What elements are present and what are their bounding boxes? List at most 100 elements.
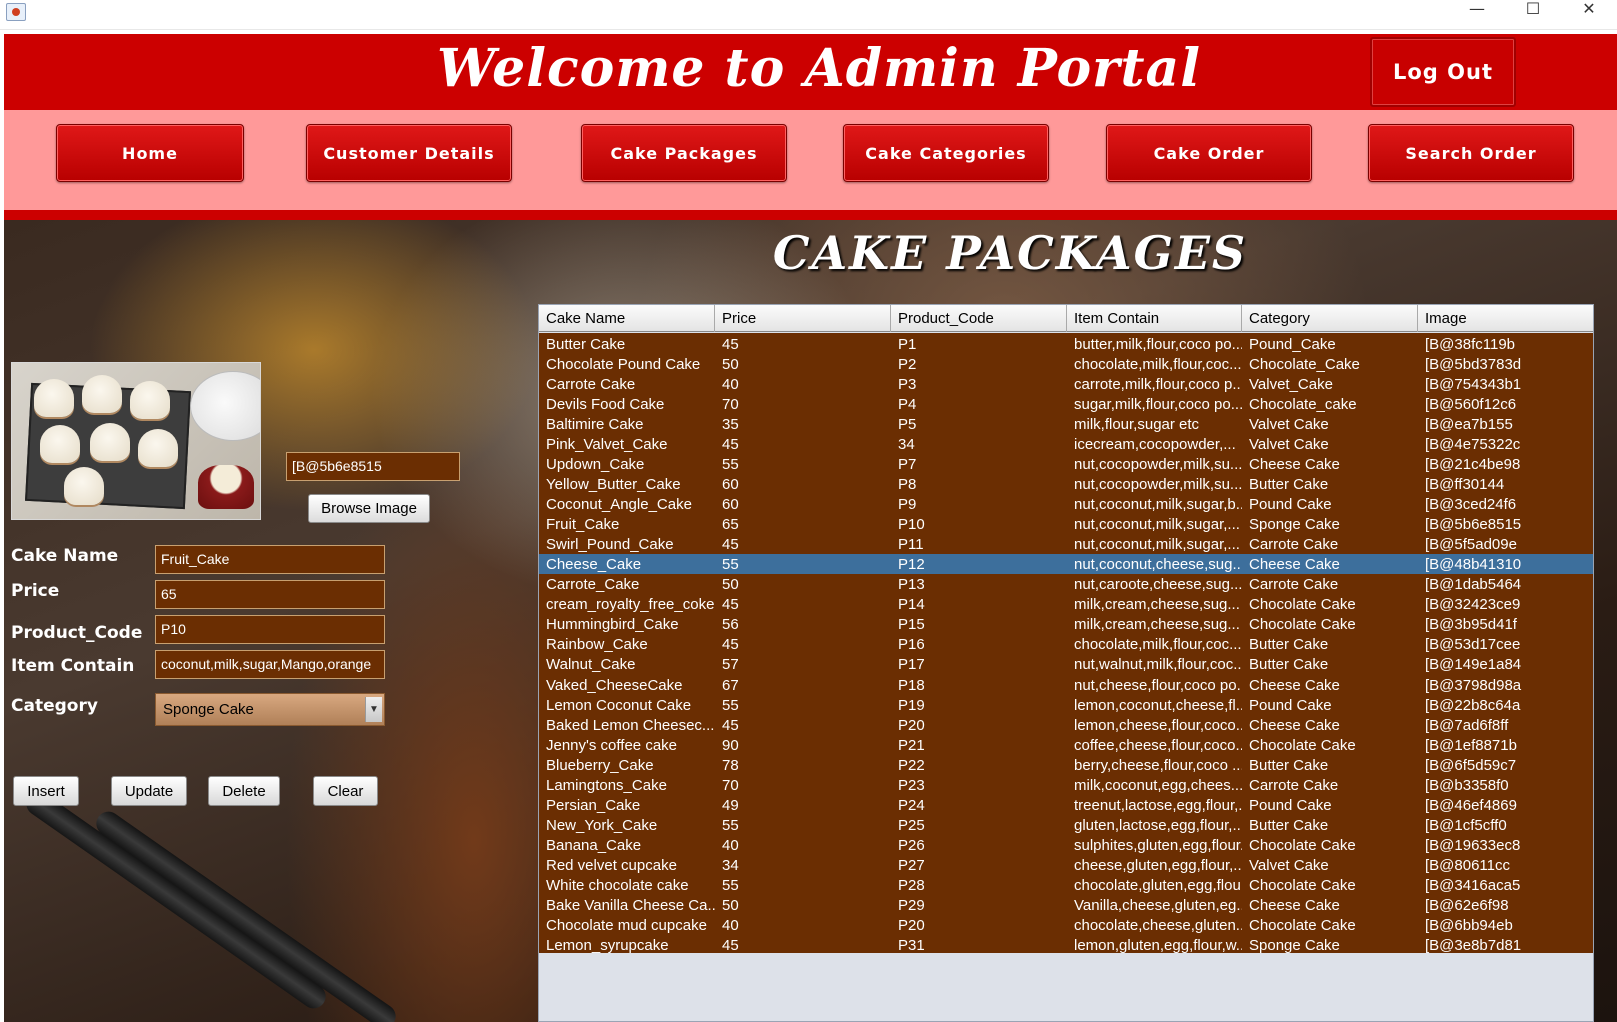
close-button[interactable]: ✕ — [1566, 0, 1612, 28]
logout-button[interactable]: Log Out — [1370, 37, 1516, 107]
table-row[interactable]: Vaked_CheeseCake 67 P18 nut,cheese,flour,co… — [539, 675, 1593, 695]
nav-cake-packages-button[interactable]: Cake Packages — [581, 124, 787, 182]
table-row[interactable]: Walnut_Cake 57 P17 nut,walnut,milk,flour,co… — [539, 654, 1593, 674]
table-cell: Cheese Cake — [1249, 716, 1340, 734]
update-button[interactable]: Update — [111, 776, 187, 806]
nav-cake-categories-button[interactable]: Cake Categories — [843, 124, 1049, 182]
cake-name-field[interactable]: Fruit_Cake — [155, 545, 385, 574]
table-row[interactable]: Bake Vanilla Cheese Ca... 50 P29 Vanilla,ch… — [539, 895, 1593, 915]
table-row[interactable]: Butter Cake 45 P1 butter,milk,flour,coco po… — [539, 334, 1593, 354]
table-cell: lemon,cheese,flour,coco... — [1074, 716, 1242, 734]
column-header[interactable]: Product_Code — [891, 305, 1067, 332]
table-cell: P8 — [898, 476, 917, 494]
column-header[interactable]: Cake Name — [539, 305, 715, 332]
column-header[interactable]: Item Contain — [1067, 305, 1242, 332]
table-cell: P11 — [898, 536, 924, 554]
chevron-down-icon[interactable]: ▼ — [365, 697, 382, 722]
java-app-icon — [6, 3, 26, 21]
table-cell: Sponge Cake — [1249, 516, 1340, 534]
table-cell: Hummingbird_Cake — [546, 616, 679, 634]
table-cell: Pound Cake — [1249, 496, 1332, 514]
price-field[interactable]: 65 — [155, 580, 385, 609]
table-row[interactable]: New_York_Cake 55 P25 gluten,lactose,egg,flo… — [539, 815, 1593, 835]
table-cell: Carrote Cake — [1249, 576, 1339, 594]
table-cell: Bake Vanilla Cheese Ca... — [546, 896, 715, 914]
table-row[interactable]: Baked Lemon Cheesec... 45 P20 lemon,cheese,… — [539, 715, 1593, 735]
table-cell: [B@53d17cee — [1425, 636, 1521, 654]
header-banner: Welcome to Admin Portal Log Out — [4, 34, 1617, 110]
nav-search-order-button[interactable]: Search Order — [1368, 124, 1574, 182]
table-cell: Banana_Cake — [546, 836, 642, 854]
category-label: Category — [11, 696, 98, 716]
table-row[interactable]: Lemon_syrupcake 45 P31 lemon,gluten,egg,flo… — [539, 935, 1593, 955]
table-cell: nut,cocopowder,milk,su... — [1074, 456, 1242, 474]
nav-customer-details-button[interactable]: Customer Details — [306, 124, 512, 182]
table-row[interactable]: Banana_Cake 40 P26 sulphites,gluten,egg,flo… — [539, 835, 1593, 855]
table-cell: P12 — [898, 556, 925, 574]
table-row[interactable]: Lamingtons_Cake 70 P23 milk,coconut,egg,che… — [539, 775, 1593, 795]
category-dropdown[interactable]: Sponge Cake ▼ — [155, 693, 385, 726]
table-cell: P2 — [898, 356, 917, 374]
table-cell: [B@1dab5464 — [1425, 576, 1522, 594]
table-cell: [B@1ef8871b — [1425, 736, 1517, 754]
cream-bowl — [190, 371, 260, 441]
browse-image-button[interactable]: Browse Image — [308, 494, 430, 523]
table-row[interactable]: Chocolate Pound Cake 50 P2 chocolate,milk,f… — [539, 354, 1593, 374]
table-row[interactable]: Persian_Cake 49 P24 treenut,lactose,egg,flo… — [539, 795, 1593, 815]
table-cell: Chocolate Cake — [1249, 616, 1356, 634]
table-row[interactable]: Red velvet cupcake 34 P27 cheese,gluten,egg… — [539, 855, 1593, 875]
table-cell: Lamingtons_Cake — [546, 776, 667, 794]
table-cell: P23 — [898, 776, 925, 794]
table-cell: Updown_Cake — [546, 456, 645, 474]
table-row[interactable]: Rainbow_Cake 45 P16 chocolate,milk,flour,co… — [539, 634, 1593, 654]
nav-cake-order-button[interactable]: Cake Order — [1106, 124, 1312, 182]
price-label: Price — [11, 581, 60, 601]
product-code-field[interactable]: P10 — [155, 615, 385, 644]
clear-button[interactable]: Clear — [313, 776, 378, 806]
table-row[interactable]: Yellow_Butter_Cake 60 P8 nut,cocopowder,mil… — [539, 474, 1593, 494]
table-cell: Chocolate Cake — [1249, 916, 1356, 934]
table-cell: 57 — [722, 656, 739, 674]
table-cell: Pink_Valvet_Cake — [546, 436, 668, 454]
table-cell: [B@21c4be98 — [1425, 456, 1521, 474]
table-cell: Butter Cake — [1249, 756, 1329, 774]
table-row[interactable]: Coconut_Angle_Cake 60 P9 nut,coconut,milk,s… — [539, 494, 1593, 514]
table-row[interactable]: Updown_Cake 55 P7 nut,cocopowder,milk,su...… — [539, 454, 1593, 474]
table-row[interactable]: Lemon Coconut Cake 55 P19 lemon,coconut,che… — [539, 695, 1593, 715]
table-row[interactable]: Carrote_Cake 50 P13 nut,caroote,cheese,sug.… — [539, 574, 1593, 594]
table-row[interactable]: Carrote Cake 40 P3 carrote,milk,flour,coco … — [539, 374, 1593, 394]
table-row[interactable]: White chocolate cake 55 P28 chocolate,glute… — [539, 875, 1593, 895]
column-header[interactable]: Image — [1418, 305, 1593, 332]
table-row[interactable]: Baltimire Cake 35 P5 milk,flour,sugar etc Va… — [539, 414, 1593, 434]
table-row[interactable]: Hummingbird_Cake 56 P15 milk,cream,cheese,s… — [539, 614, 1593, 634]
cake-packages-table[interactable]: Cake Name Price Product_Code Item Contain Ca… — [538, 304, 1594, 1022]
table-cell: Rainbow_Cake — [546, 636, 648, 654]
table-row[interactable]: Cheese_Cake 55 P12 nut,coconut,cheese,sug..… — [539, 554, 1593, 575]
table-row[interactable]: cream_royalty_free_coke 45 P14 milk,cream,c… — [539, 594, 1593, 614]
item-contain-field[interactable]: coconut,milk,sugar,Mango,orange — [155, 650, 385, 679]
table-row[interactable]: Jenny's coffee cake 90 P21 coffee,cheese,fl… — [539, 735, 1593, 755]
table-row[interactable]: Blueberry_Cake 78 P22 berry,cheese,flour,co… — [539, 755, 1593, 775]
table-row[interactable]: Chocolate mud cupcake 40 P20 chocolate,chee… — [539, 915, 1593, 935]
table-cell: P29 — [898, 896, 925, 914]
maximize-button[interactable]: ☐ — [1510, 0, 1556, 28]
table-row[interactable]: Swirl_Pound_Cake 45 P11 nut,coconut,milk,su… — [539, 534, 1593, 554]
table-cell: P21 — [898, 736, 925, 754]
image-path-field[interactable]: [B@5b6e8515 — [286, 452, 460, 481]
table-row[interactable]: Fruit_Cake 65 P10 nut,coconut,milk,sugar,..… — [539, 514, 1593, 534]
table-cell: chocolate,cheese,gluten... — [1074, 916, 1242, 934]
table-cell: Chocolate_Cake — [1249, 356, 1360, 374]
table-cell: P25 — [898, 816, 925, 834]
column-header[interactable]: Price — [715, 305, 891, 332]
column-header[interactable]: Category — [1242, 305, 1418, 332]
table-cell: P31 — [898, 936, 925, 954]
minimize-button[interactable]: — — [1454, 0, 1500, 28]
table-row[interactable]: Pink_Valvet_Cake 45 34 icecream,cocopowder,… — [539, 434, 1593, 454]
nav-home-button[interactable]: Home — [56, 124, 244, 182]
table-row[interactable]: Devils Food Cake 70 P4 sugar,milk,flour,coc… — [539, 394, 1593, 414]
table-cell: P20 — [898, 716, 925, 734]
delete-button[interactable]: Delete — [208, 776, 280, 806]
table-cell: 34 — [898, 436, 915, 454]
table-body: Butter Cake 45 P1 butter,milk,flour,coco po… — [539, 333, 1593, 955]
insert-button[interactable]: Insert — [13, 776, 79, 806]
